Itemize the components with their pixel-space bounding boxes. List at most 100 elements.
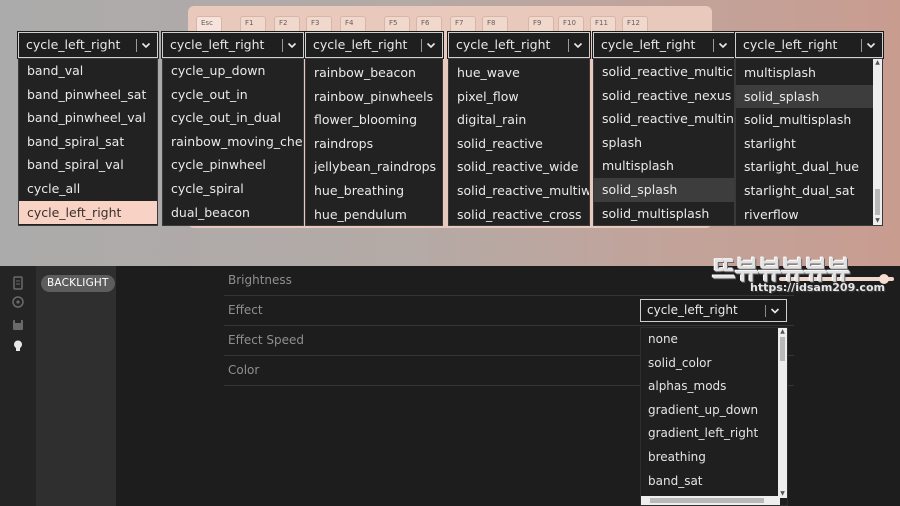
dropdown-value: cycle_left_right [26, 37, 121, 52]
effect-option[interactable]: alphas_mods [641, 375, 787, 399]
scrollbar-thumb[interactable] [780, 337, 785, 361]
dropdown-option[interactable]: flower_blooming [306, 108, 442, 132]
scroll-up-icon[interactable]: ▲ [874, 59, 881, 67]
effect-option[interactable]: gradient_left_right [641, 422, 787, 446]
effect-select[interactable]: cycle_left_right [640, 299, 787, 322]
dropdown-option[interactable]: riverflow [736, 203, 882, 225]
hscrollbar-thumb[interactable] [650, 498, 764, 503]
dropdown-option[interactable]: cycle_all [19, 177, 157, 201]
dropdown-option[interactable]: solid_reactive_cross [449, 203, 589, 225]
dropdown-option[interactable]: solid_reactive_multinexus [594, 107, 734, 131]
dropdown-value: cycle_left_right [601, 37, 696, 52]
dropdown-option[interactable]: starlight_dual_sat [736, 179, 882, 203]
chevron-down-icon[interactable] [424, 33, 438, 57]
dropdown-option[interactable]: band_spiral_val [19, 153, 157, 177]
tab-backlight[interactable]: BACKLIGHT [41, 275, 115, 292]
dropdown-option[interactable]: rainbow_beacon [306, 61, 442, 85]
select-divider [765, 305, 766, 317]
dropdown-option[interactable]: jellybean_raindrops [306, 155, 442, 179]
chevron-down-icon[interactable] [864, 33, 878, 57]
dropdown-option[interactable]: multisplash [594, 154, 734, 178]
dropdown-value: cycle_left_right [456, 37, 551, 52]
effect-speed-label: Effect Speed [228, 333, 304, 347]
dropdown-option[interactable]: hue_breathing [306, 179, 442, 203]
dropdown-option[interactable]: hue_pendulum [306, 203, 442, 225]
effect-option[interactable]: gradient_up_down [641, 399, 787, 423]
settings-panel: Brightness Effect Effect Speed Color cyc… [116, 266, 900, 506]
dropdown-option[interactable]: hue_wave [449, 61, 589, 85]
chevron-down-icon[interactable] [139, 33, 153, 57]
dropdown-select[interactable]: cycle_left_right [447, 31, 591, 59]
icon-bar [0, 266, 36, 506]
select-divider [713, 39, 714, 52]
scroll-up-icon[interactable]: ▲ [779, 328, 786, 336]
dropdown-option[interactable]: digital_rain [449, 108, 589, 132]
dropdown-list: hue_wave pixel_flow digital_rain solid_reac… [448, 58, 590, 226]
effect-option[interactable]: breathing [641, 446, 787, 470]
color-label: Color [228, 363, 260, 377]
dropdown-option[interactable]: band_pinwheel_sat [19, 83, 157, 107]
effect-list-scrollbar[interactable]: ▲ ▼ [778, 328, 787, 498]
dropdown-list: rainbow_beacon rainbow_pinwheels flower_bl… [305, 58, 443, 226]
dropdown-option[interactable]: solid_reactive_nexus [594, 84, 734, 108]
scroll-down-icon[interactable]: ▼ [874, 217, 881, 225]
scroll-down-icon[interactable]: ▼ [779, 490, 786, 498]
file-icon[interactable] [11, 276, 25, 290]
dropdown-option[interactable]: pixel_flow [449, 85, 589, 109]
chevron-down-icon[interactable] [768, 300, 782, 321]
dropdown-select[interactable]: cycle_left_right [304, 31, 444, 59]
bulb-icon[interactable] [11, 339, 25, 353]
dropdown-value: cycle_left_right [170, 37, 265, 52]
dropdown-value: cycle_left_right [743, 37, 838, 52]
effect-option[interactable]: band_sat [641, 470, 787, 494]
dropdown-option[interactable]: solid_multisplash [594, 202, 734, 225]
effect-option[interactable]: none [641, 328, 787, 352]
dropdown-option[interactable]: splash [594, 131, 734, 155]
brightness-label: Brightness [228, 273, 292, 287]
dropdown-option[interactable]: solid_reactive_wide [449, 155, 589, 179]
dropdown-option[interactable]: cycle_pinwheel [163, 153, 303, 177]
circle-icon[interactable] [11, 295, 25, 309]
effect-label: Effect [228, 303, 263, 317]
scrollbar-thumb[interactable] [875, 189, 880, 215]
dropdown-option[interactable]: rainbow_pinwheels [306, 85, 442, 109]
dropdown-option[interactable]: dual_beacon [163, 201, 303, 225]
chevron-down-icon[interactable] [285, 33, 299, 57]
select-divider [421, 39, 422, 52]
effect-option[interactable]: solid_color [641, 352, 787, 376]
dropdown-option[interactable]: cycle_left_right [19, 200, 157, 225]
dropdown-option[interactable]: cycle_spiral [163, 177, 303, 201]
dropdown-option[interactable]: cycle_out_in_dual [163, 106, 303, 130]
dropdown-option[interactable]: band_spiral_sat [19, 130, 157, 154]
effect-options: none solid_color alphas_mods gradient_up_do… [641, 328, 787, 493]
dropdown-option[interactable]: solid_reactive_multicross [594, 60, 734, 84]
dropdown-select[interactable]: cycle_left_right [592, 31, 736, 59]
dropdown-list: multisplash solid_splash solid_multisplash… [735, 58, 883, 226]
dropdown-option[interactable]: band_val [19, 59, 157, 83]
dropdown-option[interactable]: band_pinwheel_val [19, 106, 157, 130]
dropdown-option[interactable]: solid_splash [736, 84, 882, 109]
dropdown-option[interactable]: rainbow_moving_chevron [163, 130, 303, 154]
dropdown-select[interactable]: cycle_left_right [734, 31, 884, 59]
dropdown-option[interactable]: cycle_out_in [163, 83, 303, 107]
dropdown-select[interactable]: cycle_left_right [17, 31, 159, 59]
effect-select-value: cycle_left_right [647, 303, 738, 317]
dropdown-scrollbar[interactable]: ▲ ▼ [873, 59, 882, 225]
dropdown-option[interactable]: solid_reactive [449, 132, 589, 156]
dropdown-option[interactable]: cycle_up_down [163, 59, 303, 83]
dropdown-select[interactable]: cycle_left_right [161, 31, 305, 59]
dropdown-option[interactable]: raindrops [306, 132, 442, 156]
dropdown-option[interactable]: solid_reactive_multiwide [449, 179, 589, 203]
dropdown-option[interactable]: starlight_dual_hue [736, 155, 882, 179]
dropdown-list: cycle_up_down cycle_out_in cycle_out_in_du… [162, 58, 304, 226]
select-divider [861, 39, 862, 52]
dropdown-value: cycle_left_right [313, 37, 408, 52]
save-icon[interactable] [11, 318, 25, 332]
dropdown-option[interactable]: solid_splash [594, 177, 734, 202]
chevron-down-icon[interactable] [716, 33, 730, 57]
effect-list-hscrollbar[interactable] [641, 496, 780, 505]
dropdown-option[interactable]: starlight [736, 132, 882, 156]
dropdown-option[interactable]: solid_multisplash [736, 108, 882, 132]
dropdown-option[interactable]: multisplash [736, 61, 882, 85]
chevron-down-icon[interactable] [571, 33, 585, 57]
